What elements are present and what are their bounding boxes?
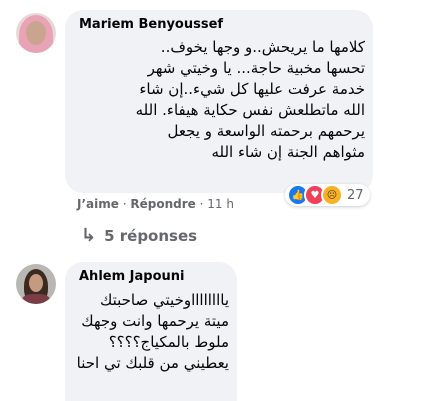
separator: · xyxy=(199,197,204,211)
replies-count-label: 5 réponses xyxy=(104,226,198,245)
separator: · xyxy=(122,197,127,211)
reactions-summary[interactable]: 👍 ♥ ☹ 27 xyxy=(285,184,370,206)
reply-arrow-icon: ↳ xyxy=(81,225,97,246)
comment-author[interactable]: Mariem Benyoussef xyxy=(79,17,223,32)
comment-actions: J’aime · Répondre · 11 h xyxy=(77,197,234,211)
avatar-mariem[interactable] xyxy=(16,13,56,53)
reaction-count: 27 xyxy=(347,187,364,203)
view-replies-link[interactable]: ↳ 5 réponses xyxy=(81,225,197,246)
comment-text: يااااااااوخيتي صاحبتك ميتة يرحمها وانت و… xyxy=(76,291,229,372)
avatar-ahlem[interactable] xyxy=(16,264,56,304)
like-link[interactable]: J’aime xyxy=(77,197,119,211)
comment-text: كلامها ما يريحش..و وجها يخوف.. تحسها مخب… xyxy=(135,38,365,161)
sad-icon: ☹ xyxy=(321,184,343,206)
comment-author[interactable]: Ahlem Japouni xyxy=(79,269,184,284)
timestamp[interactable]: 11 h xyxy=(207,197,234,211)
reply-link[interactable]: Répondre xyxy=(130,197,195,211)
